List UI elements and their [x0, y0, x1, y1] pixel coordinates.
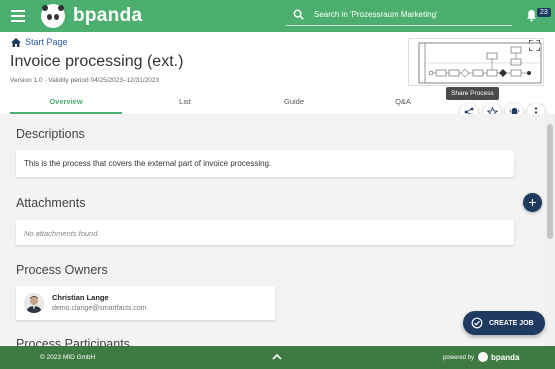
tab-overview[interactable]: Overview: [10, 93, 122, 114]
description-card: This is the process that covers the exte…: [16, 150, 514, 177]
avatar: [24, 293, 44, 313]
chevron-up-icon[interactable]: [272, 353, 282, 361]
bpmn-diagram-preview: [418, 42, 542, 84]
footer-brand: bpanda: [491, 353, 520, 362]
breadcrumb-label: Start Page: [25, 37, 68, 47]
owner-email[interactable]: demo.clange@smartfacts.com: [52, 305, 147, 312]
process-diagram-thumbnail[interactable]: [408, 38, 544, 86]
create-job-label: CREATE JOB: [489, 319, 534, 327]
search-placeholder: Search in 'Prozessraum Marketing': [314, 10, 438, 19]
create-job-button[interactable]: CREATE JOB: [463, 311, 545, 335]
description-text: This is the process that covers the exte…: [24, 159, 272, 168]
tab-qa[interactable]: Q&A: [347, 93, 459, 114]
notification-bell-icon[interactable]: [526, 9, 537, 22]
footer: © 2023 MID GmbH powered by bpanda: [0, 346, 555, 369]
menu-icon[interactable]: [11, 10, 25, 22]
attachments-heading: Attachments: [16, 196, 86, 210]
fullscreen-icon[interactable]: [529, 40, 540, 51]
scrollbar-thumb[interactable]: [547, 124, 553, 239]
home-icon: [11, 37, 21, 47]
add-attachment-button[interactable]: +: [523, 193, 542, 212]
process-participants-heading: Process Participants: [16, 337, 130, 346]
notification-badge: 23: [537, 8, 551, 17]
top-app-bar: bpanda Search in 'Prozessraum Marketing'…: [0, 0, 555, 32]
tab-bar: Overview List Guide Q&A: [10, 93, 460, 114]
version-info: Version 1.0 · Validity period 04/25/2023…: [10, 77, 160, 84]
no-attachments-text: No attachments found.: [24, 229, 100, 238]
tab-guide[interactable]: Guide: [238, 93, 350, 114]
page-title: Invoice processing (ext.): [10, 53, 184, 70]
powered-by-text: powered by: [443, 355, 475, 361]
create-job-icon: [471, 317, 483, 329]
search-field[interactable]: Search in 'Prozessraum Marketing': [286, 6, 512, 26]
descriptions-heading: Descriptions: [16, 127, 85, 141]
brand-name: bpanda: [73, 5, 143, 26]
bpanda-logo-icon[interactable]: [41, 4, 65, 28]
process-owners-heading: Process Owners: [16, 263, 108, 277]
overview-content: Descriptions This is the process that co…: [0, 114, 545, 346]
breadcrumb-start-page[interactable]: Start Page: [11, 37, 68, 47]
owner-name: Christian Lange: [52, 293, 109, 302]
tab-list[interactable]: List: [129, 93, 241, 114]
copyright-text: © 2023 MID GmbH: [40, 354, 96, 361]
attachments-card: No attachments found.: [16, 220, 514, 245]
bpanda-footer-logo-icon: [478, 352, 488, 362]
search-icon: [293, 9, 304, 20]
owner-card[interactable]: Christian Lange demo.clange@smartfacts.c…: [16, 286, 275, 320]
